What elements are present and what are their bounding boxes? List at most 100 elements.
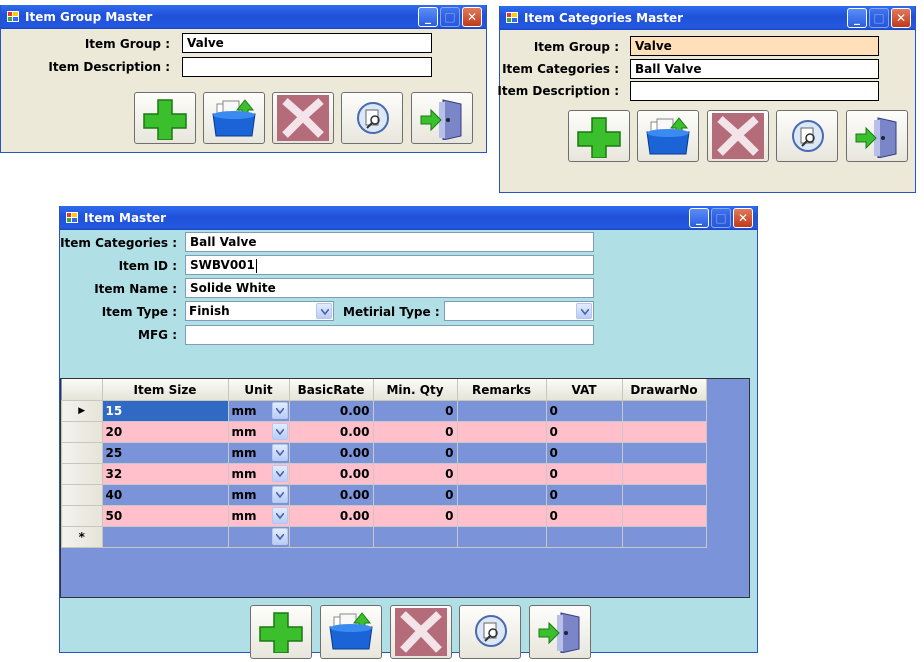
delete-button[interactable] xyxy=(272,92,334,144)
exit-button[interactable] xyxy=(411,92,473,144)
min-qty-cell[interactable]: 0 xyxy=(372,463,458,485)
unit-cell[interactable]: mm xyxy=(227,442,290,464)
column-header-basicrate[interactable]: BasicRate xyxy=(289,379,374,401)
chevron-down-icon[interactable] xyxy=(576,303,592,319)
min-qty-cell[interactable] xyxy=(372,526,458,548)
unit-cell[interactable]: mm xyxy=(227,400,290,422)
new-row-indicator[interactable]: * xyxy=(61,526,103,548)
remarks-cell[interactable] xyxy=(456,400,547,422)
chevron-down-icon[interactable] xyxy=(271,402,288,419)
remarks-cell[interactable] xyxy=(456,463,547,485)
column-header-unit[interactable]: Unit xyxy=(228,379,290,401)
minimize-button[interactable]: _ xyxy=(689,208,709,228)
item-size-cell[interactable]: 32 xyxy=(101,463,229,485)
drawarno-cell[interactable] xyxy=(621,421,707,443)
vat-cell[interactable]: 0 xyxy=(545,400,623,422)
exit-button[interactable] xyxy=(846,110,908,162)
chevron-down-icon[interactable] xyxy=(271,528,288,545)
item-categories-field[interactable]: Ball Valve xyxy=(630,59,879,79)
vat-cell[interactable]: 0 xyxy=(545,505,623,527)
current-row-indicator[interactable]: ▶ xyxy=(61,400,103,422)
maximize-button[interactable]: □ xyxy=(869,8,889,28)
delete-button[interactable] xyxy=(390,605,452,659)
chevron-down-icon[interactable] xyxy=(271,444,288,461)
new-row[interactable]: * xyxy=(61,526,707,548)
title-bar[interactable]: Item Group Master _ □ ✕ xyxy=(1,5,486,29)
item-size-cell[interactable]: 20 xyxy=(101,421,229,443)
open-button[interactable] xyxy=(320,605,382,659)
table-row[interactable]: 50 mm 0.00 0 0 xyxy=(61,505,707,527)
remarks-cell[interactable] xyxy=(456,442,547,464)
item-size-cell[interactable]: 50 xyxy=(101,505,229,527)
unit-cell[interactable]: mm xyxy=(227,484,290,506)
unit-cell[interactable]: mm xyxy=(227,421,290,443)
min-qty-cell[interactable]: 0 xyxy=(372,400,458,422)
row-header[interactable] xyxy=(61,484,103,506)
basicrate-cell[interactable]: 0.00 xyxy=(288,505,374,527)
delete-button[interactable] xyxy=(707,110,769,162)
vat-cell[interactable] xyxy=(545,526,623,548)
mfg-field[interactable] xyxy=(185,325,594,345)
drawarno-cell[interactable] xyxy=(621,442,707,464)
title-bar[interactable]: Item Categories Master _ □ ✕ xyxy=(500,6,915,30)
close-button[interactable]: ✕ xyxy=(733,208,753,228)
basicrate-cell[interactable]: 0.00 xyxy=(288,484,374,506)
chevron-down-icon[interactable] xyxy=(271,486,288,503)
remarks-cell[interactable] xyxy=(456,484,547,506)
item-size-cell[interactable]: 40 xyxy=(101,484,229,506)
table-row[interactable]: 25 mm 0.00 0 0 xyxy=(61,442,707,464)
row-header[interactable] xyxy=(61,421,103,443)
search-button[interactable] xyxy=(776,110,838,162)
drawarno-cell[interactable] xyxy=(621,400,707,422)
minimize-button[interactable]: _ xyxy=(847,8,867,28)
exit-button[interactable] xyxy=(529,605,591,659)
remarks-cell[interactable] xyxy=(456,526,547,548)
table-row[interactable]: 20 mm 0.00 0 0 xyxy=(61,421,707,443)
vat-cell[interactable]: 0 xyxy=(545,421,623,443)
maximize-button[interactable]: □ xyxy=(711,208,731,228)
table-row[interactable]: 40 mm 0.00 0 0 xyxy=(61,484,707,506)
remarks-cell[interactable] xyxy=(456,505,547,527)
column-header-min-qty[interactable]: Min. Qty xyxy=(373,379,458,401)
chevron-down-icon[interactable] xyxy=(271,465,288,482)
item-group-field[interactable]: Valve xyxy=(182,33,432,53)
basicrate-cell[interactable]: 0.00 xyxy=(288,400,374,422)
row-header[interactable] xyxy=(61,442,103,464)
add-button[interactable] xyxy=(568,110,630,162)
unit-cell[interactable]: mm xyxy=(227,505,290,527)
item-categories-field[interactable]: Ball Valve xyxy=(185,232,594,252)
close-button[interactable]: ✕ xyxy=(462,7,482,27)
open-button[interactable] xyxy=(203,92,265,144)
chevron-down-icon[interactable] xyxy=(316,303,332,319)
item-description-field[interactable] xyxy=(182,57,432,77)
basicrate-cell[interactable]: 0.00 xyxy=(288,463,374,485)
column-header-drawarno[interactable]: DrawarNo xyxy=(622,379,707,401)
min-qty-cell[interactable]: 0 xyxy=(372,484,458,506)
vat-cell[interactable]: 0 xyxy=(545,442,623,464)
chevron-down-icon[interactable] xyxy=(271,423,288,440)
row-header[interactable] xyxy=(61,505,103,527)
add-button[interactable] xyxy=(250,605,312,659)
row-header[interactable] xyxy=(61,463,103,485)
column-header-vat[interactable]: VAT xyxy=(546,379,623,401)
item-size-grid[interactable]: Item Size Unit BasicRate Min. Qty Remark… xyxy=(60,378,750,598)
close-button[interactable]: ✕ xyxy=(891,8,911,28)
vat-cell[interactable]: 0 xyxy=(545,484,623,506)
item-description-field[interactable] xyxy=(630,81,879,101)
search-button[interactable] xyxy=(341,92,403,144)
unit-cell[interactable]: mm xyxy=(227,463,290,485)
basicrate-cell[interactable] xyxy=(288,526,374,548)
column-header-remarks[interactable]: Remarks xyxy=(457,379,547,401)
item-size-cell[interactable]: 15 xyxy=(101,400,229,422)
drawarno-cell[interactable] xyxy=(621,526,707,548)
search-button[interactable] xyxy=(459,605,521,659)
minimize-button[interactable]: _ xyxy=(418,7,438,27)
table-row[interactable]: ▶ 15 mm 0.00 0 0 xyxy=(61,400,707,422)
item-size-cell[interactable] xyxy=(101,526,229,548)
min-qty-cell[interactable]: 0 xyxy=(372,421,458,443)
remarks-cell[interactable] xyxy=(456,421,547,443)
item-type-select[interactable]: Finish xyxy=(185,301,334,321)
column-header-item-size[interactable]: Item Size xyxy=(102,379,229,401)
title-bar[interactable]: Item Master _ □ ✕ xyxy=(60,206,757,230)
drawarno-cell[interactable] xyxy=(621,484,707,506)
